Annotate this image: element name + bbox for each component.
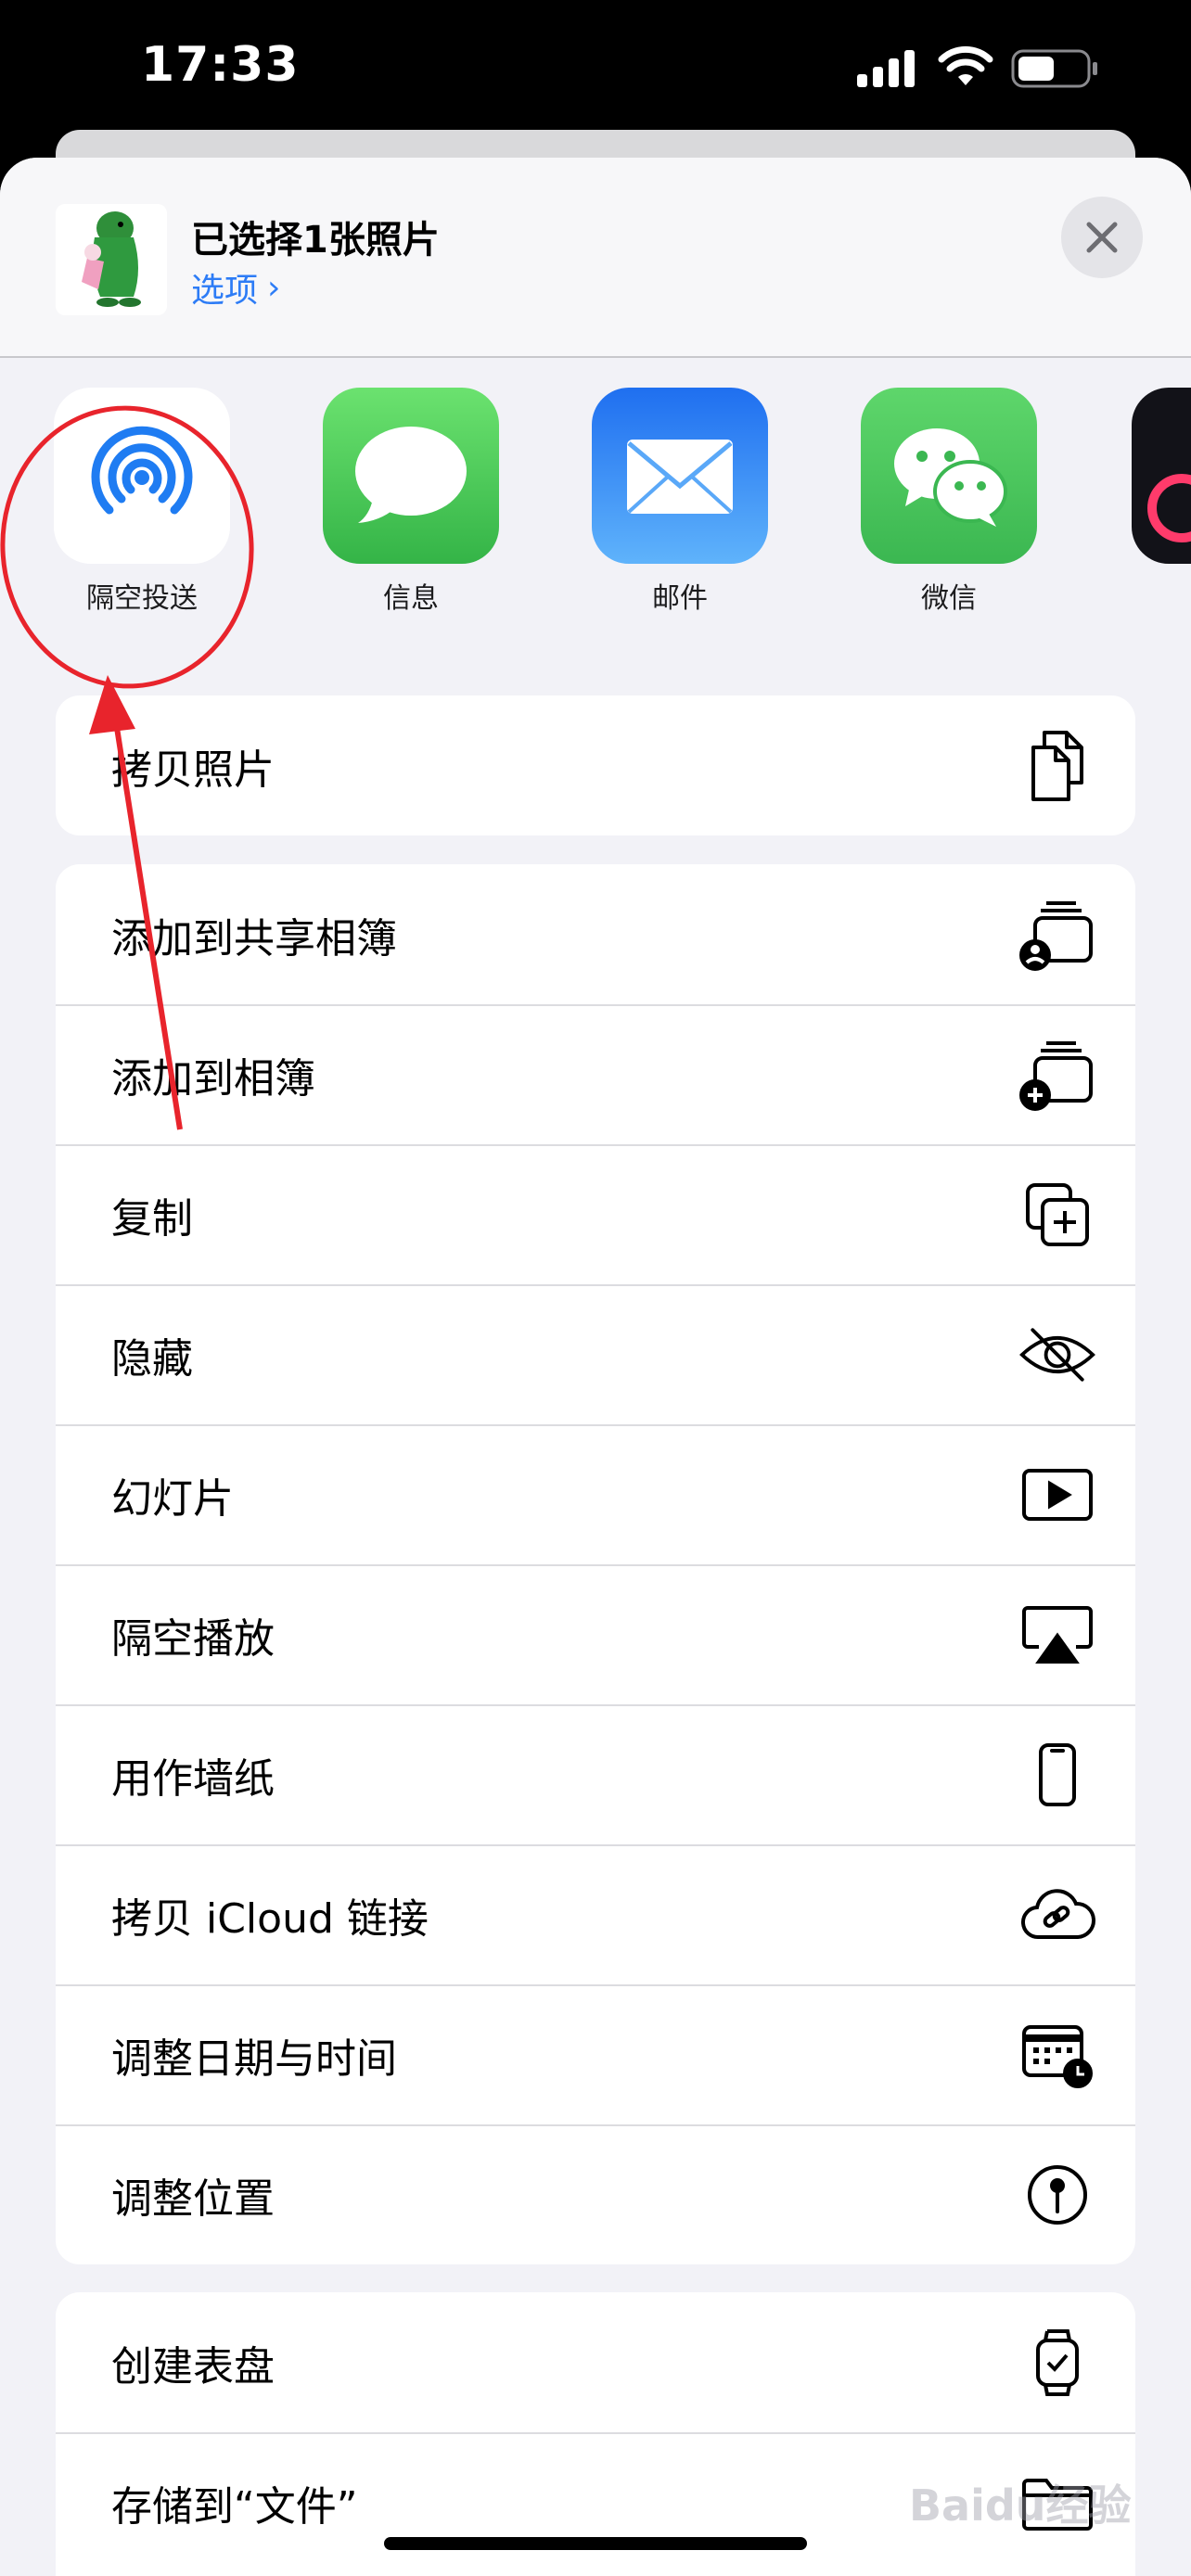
wallpaper-phone-icon [1018, 1736, 1096, 1814]
action-airplay[interactable]: 隔空播放 [56, 1564, 1135, 1704]
duplicate-icon [1018, 1176, 1096, 1254]
action-hide[interactable]: 隐藏 [56, 1284, 1135, 1424]
hide-eye-icon [1018, 1316, 1096, 1394]
app-wechat[interactable]: 微信 [861, 388, 1037, 616]
action-label: 调整位置 [111, 2174, 275, 2223]
action-label: 调整日期与时间 [111, 2034, 397, 2083]
dinosaur-figure-icon [82, 211, 141, 307]
battery-icon [1011, 49, 1097, 88]
options-label: 选项 [191, 272, 259, 310]
action-copy-icloud-link[interactable]: 拷贝 iCloud 链接 [56, 1844, 1135, 1984]
actions-group-copy: 拷贝照片 [56, 695, 1135, 835]
location-pin-icon [1018, 2156, 1096, 2234]
action-label: 复制 [111, 1194, 193, 1243]
screen: 17:33 已选择1张照片 选项 › 隔空投送 信息 邮件 微信 拷贝照片 添加… [0, 0, 1191, 2576]
home-indicator[interactable] [384, 2537, 807, 2550]
action-label: 存储到“文件” [111, 2482, 358, 2531]
app-messages[interactable]: 信息 [323, 388, 499, 616]
app-airdrop[interactable]: 隔空投送 [54, 388, 230, 616]
share-sheet: 已选择1张照片 选项 › 隔空投送 信息 邮件 微信 拷贝照片 添加到共享相簿 … [0, 158, 1191, 2576]
app-partial[interactable] [1132, 388, 1191, 575]
actions-group-main: 添加到共享相簿 添加到相簿 复制 隐藏 幻灯片 隔空播放 用作墙纸 拷贝 iCl… [56, 864, 1135, 2264]
action-label: 用作墙纸 [111, 1754, 275, 1803]
action-duplicate[interactable]: 复制 [56, 1144, 1135, 1284]
action-label: 创建表盘 [111, 2342, 275, 2391]
action-label: 添加到相簿 [111, 1054, 315, 1103]
copy-photo-icon [1018, 727, 1096, 805]
options-button[interactable]: 选项 › [191, 263, 280, 312]
cellular-signal-icon [857, 50, 915, 87]
wifi-icon [938, 45, 993, 85]
mail-icon [592, 388, 768, 564]
action-label: 隐藏 [111, 1334, 193, 1383]
action-label: 幻灯片 [111, 1474, 234, 1523]
action-create-watch-face[interactable]: 创建表盘 [56, 2292, 1135, 2432]
status-bar: 17:33 [0, 0, 1191, 130]
share-apps-row: 隔空投送 信息 邮件 微信 [0, 388, 1191, 615]
watch-face-icon [1018, 2324, 1096, 2402]
selected-photo-thumbnail [56, 204, 167, 315]
share-sheet-title: 已选择1张照片 [191, 219, 440, 261]
airplay-icon [1018, 1596, 1096, 1674]
airdrop-icon [54, 388, 230, 564]
share-sheet-header: 已选择1张照片 选项 › [0, 158, 1191, 358]
action-add-shared-album[interactable]: 添加到共享相簿 [56, 864, 1135, 1004]
status-time: 17:33 [141, 37, 300, 93]
action-label: 添加到共享相簿 [111, 914, 397, 963]
app-label: 微信 [921, 582, 977, 615]
action-adjust-date-time[interactable]: 调整日期与时间 [56, 1984, 1135, 2124]
app-label: 隔空投送 [86, 582, 198, 615]
messages-icon [323, 388, 499, 564]
partial-app-icon [1132, 388, 1191, 564]
watermark: Baidu经验 [909, 2480, 1132, 2531]
app-mail[interactable]: 邮件 [592, 388, 768, 616]
app-label: 邮件 [652, 582, 708, 615]
action-use-as-wallpaper[interactable]: 用作墙纸 [56, 1704, 1135, 1844]
action-label: 隔空播放 [111, 1614, 275, 1663]
action-adjust-location[interactable]: 调整位置 [56, 2124, 1135, 2264]
wechat-icon [861, 388, 1037, 564]
chevron-right-icon: › [267, 268, 281, 307]
action-copy-photo[interactable]: 拷贝照片 [56, 695, 1135, 835]
action-slideshow[interactable]: 幻灯片 [56, 1424, 1135, 1564]
action-label: 拷贝照片 [111, 746, 275, 794]
close-icon [1086, 222, 1118, 253]
action-add-to-album[interactable]: 添加到相簿 [56, 1004, 1135, 1144]
add-album-icon [1018, 1036, 1096, 1114]
close-button[interactable] [1061, 197, 1143, 278]
app-label: 信息 [383, 582, 439, 615]
actions-group-more: 创建表盘 存储到“文件” [56, 2292, 1135, 2576]
icloud-link-icon [1018, 1876, 1096, 1954]
calendar-clock-icon [1018, 2016, 1096, 2094]
shared-album-icon [1018, 896, 1096, 974]
slideshow-icon [1018, 1456, 1096, 1534]
action-label: 拷贝 iCloud 链接 [111, 1894, 429, 1943]
